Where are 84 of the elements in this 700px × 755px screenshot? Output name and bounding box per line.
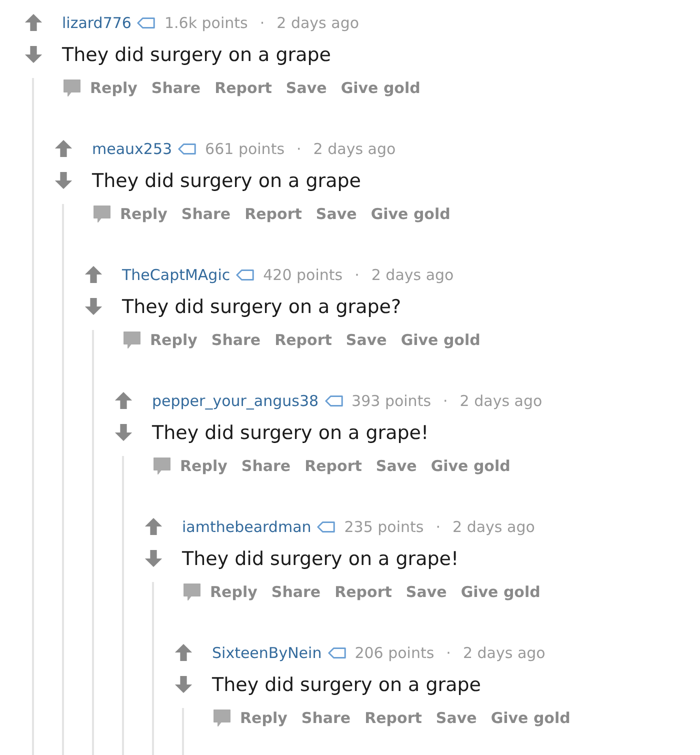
- username-link[interactable]: lizard776: [62, 14, 132, 32]
- action-link[interactable]: Reply: [180, 457, 228, 475]
- comment-text: They did surgery on a grape: [212, 673, 482, 698]
- action-link[interactable]: Reply: [240, 709, 288, 727]
- action-link[interactable]: Reply: [90, 79, 138, 97]
- action-link[interactable]: Share: [181, 205, 231, 223]
- speech-bubble-icon[interactable]: [212, 708, 232, 728]
- action-link[interactable]: Report: [304, 457, 362, 475]
- timestamp: 2 days ago: [462, 644, 546, 662]
- username-link[interactable]: iamthebeardman: [182, 518, 312, 536]
- timestamp: 2 days ago: [460, 392, 542, 410]
- timestamp: 2 days ago: [371, 266, 454, 284]
- action-link[interactable]: Save: [316, 205, 357, 223]
- username-link[interactable]: pepper_your_angus38: [152, 392, 319, 410]
- action-link[interactable]: Reply: [150, 331, 198, 349]
- action-link[interactable]: Share: [271, 583, 321, 601]
- tag-icon: [178, 143, 198, 155]
- points-count: 393 points: [352, 392, 432, 410]
- comment-text: They did surgery on a grape?: [122, 295, 402, 320]
- username-link[interactable]: TheCaptMAgic: [122, 266, 230, 284]
- action-link[interactable]: Give gold: [340, 79, 420, 97]
- action-link[interactable]: Save: [376, 457, 417, 475]
- timestamp: 2 days ago: [452, 518, 535, 536]
- separator-dot: ·: [296, 140, 302, 158]
- points-count: 235 points: [344, 518, 424, 536]
- action-link[interactable]: Save: [406, 583, 447, 601]
- action-link[interactable]: Report: [274, 331, 332, 349]
- separator-dot: ·: [354, 266, 360, 284]
- action-link[interactable]: Give gold: [370, 205, 450, 223]
- upvote-icon[interactable]: [54, 139, 72, 158]
- comment-text: They did surgery on a grape: [62, 43, 332, 68]
- action-link[interactable]: Report: [364, 709, 422, 727]
- speech-bubble-icon[interactable]: [182, 582, 202, 602]
- points-count: 206 points: [354, 644, 434, 662]
- username-link[interactable]: meaux253: [92, 140, 172, 158]
- tag-icon: [236, 269, 256, 281]
- action-link[interactable]: Share: [151, 79, 201, 97]
- action-link[interactable]: Share: [211, 331, 261, 349]
- points-count: 661 points: [205, 140, 285, 158]
- action-link[interactable]: Give gold: [400, 331, 480, 349]
- upvote-icon[interactable]: [174, 643, 192, 662]
- action-link[interactable]: Share: [301, 709, 351, 727]
- upvote-icon[interactable]: [84, 265, 102, 284]
- action-link[interactable]: Report: [334, 583, 392, 601]
- downvote-icon[interactable]: [114, 423, 132, 442]
- action-link[interactable]: Report: [244, 205, 302, 223]
- action-link[interactable]: Save: [346, 331, 387, 349]
- action-link[interactable]: Share: [241, 457, 291, 475]
- speech-bubble-icon[interactable]: [92, 204, 112, 224]
- separator-dot: ·: [446, 644, 451, 662]
- tag-icon: [317, 521, 336, 533]
- separator-dot: ·: [436, 518, 441, 536]
- downvote-icon[interactable]: [174, 675, 192, 694]
- points-count: 1.6k points: [164, 14, 248, 32]
- action-link[interactable]: Save: [436, 709, 477, 727]
- tag-icon: [137, 17, 156, 29]
- downvote-icon[interactable]: [84, 297, 102, 316]
- upvote-icon[interactable]: [114, 391, 132, 410]
- action-link[interactable]: Report: [214, 79, 272, 97]
- action-link[interactable]: Give gold: [460, 583, 540, 601]
- speech-bubble-icon[interactable]: [152, 456, 172, 476]
- timestamp: 2 days ago: [276, 14, 360, 32]
- separator-dot: ·: [443, 392, 448, 410]
- comment-text: They did surgery on a grape!: [152, 421, 430, 446]
- downvote-icon[interactable]: [24, 45, 42, 64]
- action-link[interactable]: Reply: [120, 205, 168, 223]
- speech-bubble-icon[interactable]: [122, 330, 142, 350]
- separator-dot: ·: [260, 14, 265, 32]
- downvote-icon[interactable]: [54, 171, 72, 190]
- action-link[interactable]: Give gold: [490, 709, 570, 727]
- action-link[interactable]: Save: [286, 79, 327, 97]
- action-link[interactable]: Reply: [210, 583, 258, 601]
- upvote-icon[interactable]: [144, 517, 162, 536]
- comment-text: They did surgery on a grape!: [182, 547, 460, 572]
- timestamp: 2 days ago: [313, 140, 396, 158]
- upvote-icon[interactable]: [24, 13, 42, 32]
- comment-text: They did surgery on a grape: [92, 169, 362, 194]
- action-link[interactable]: Give gold: [430, 457, 510, 475]
- speech-bubble-icon[interactable]: [62, 78, 82, 98]
- points-count: 420 points: [263, 266, 343, 284]
- tag-icon: [324, 395, 344, 407]
- username-link[interactable]: SixteenByNein: [212, 644, 322, 662]
- tag-icon: [328, 647, 347, 659]
- downvote-icon[interactable]: [144, 549, 162, 568]
